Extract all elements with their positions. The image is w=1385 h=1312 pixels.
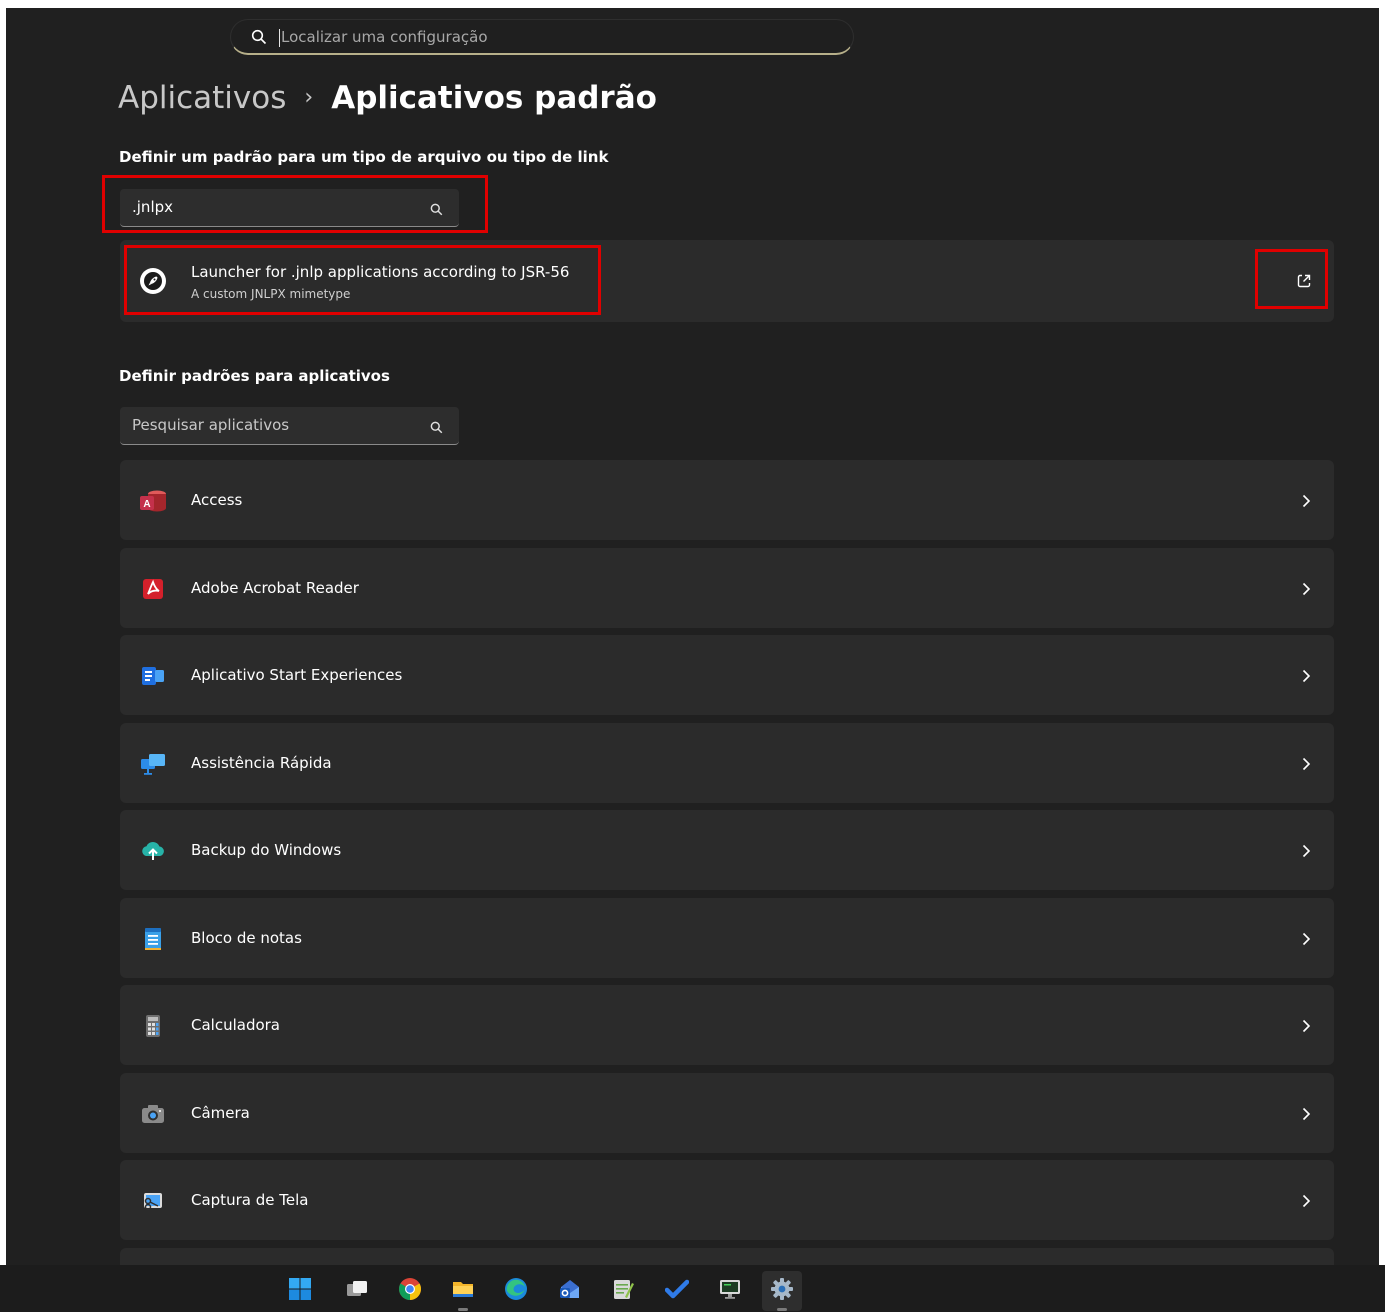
taskbar-start-button[interactable]: [280, 1271, 320, 1311]
taskbar-edge[interactable]: [496, 1271, 536, 1311]
apps-search-input[interactable]: Pesquisar aplicativos: [120, 407, 459, 445]
settings-window: Localizar uma configuração Aplicativos › A…: [6, 8, 1379, 1265]
acrobat-icon: [138, 574, 168, 604]
app-row-start-experiences[interactable]: Aplicativo Start Experiences: [120, 635, 1334, 715]
search-icon[interactable]: [430, 419, 443, 438]
app-label: Captura de Tela: [191, 1191, 309, 1209]
app-label: Câmera: [191, 1104, 250, 1122]
app-label: Adobe Acrobat Reader: [191, 579, 359, 597]
text-caret: [279, 29, 280, 47]
file-explorer-icon: [453, 1282, 473, 1297]
running-indicator: [458, 1308, 468, 1311]
edge-icon: [505, 1278, 527, 1300]
app-label: Calculadora: [191, 1016, 281, 1034]
open-external-icon[interactable]: [1296, 273, 1312, 293]
quick-assist-icon: [138, 749, 168, 779]
page-title: Aplicativos padrão: [331, 80, 657, 116]
taskbar-settings[interactable]: [762, 1271, 802, 1311]
app-row-partial[interactable]: [120, 1248, 1334, 1265]
app-label: Aplicativo Start Experiences: [191, 666, 403, 684]
running-indicator: [777, 1308, 787, 1311]
breadcrumb-parent[interactable]: Aplicativos: [118, 80, 286, 116]
calculator-icon: [138, 1011, 168, 1041]
todo-icon: [665, 1279, 689, 1299]
search-icon[interactable]: [430, 201, 443, 220]
app-row-adobe-acrobat-reader[interactable]: Adobe Acrobat Reader: [120, 548, 1334, 628]
taskbar-task-view[interactable]: [337, 1271, 377, 1311]
settings-search-placeholder: Localizar uma configuração: [281, 28, 488, 46]
association-app-name: Launcher for .jnlp applications accordin…: [191, 263, 570, 281]
app-label: Access: [191, 491, 243, 509]
search-icon: [251, 29, 267, 49]
start-experiences-icon: [138, 661, 168, 691]
association-description: A custom JNLPX mimetype: [191, 287, 351, 301]
taskbar: [0, 1265, 1385, 1312]
backup-icon: [138, 836, 168, 866]
app-row-assistencia-rapida[interactable]: Assistência Rápida: [120, 723, 1334, 803]
notepad-icon: [138, 924, 168, 954]
notepad-plus-icon: [614, 1280, 634, 1299]
app-label: Bloco de notas: [191, 929, 302, 947]
breadcrumb-separator: ›: [304, 85, 314, 110]
filetype-search-value: .jnlpx: [132, 198, 174, 216]
app-label: Backup do Windows: [191, 841, 342, 859]
app-row-access[interactable]: A Access: [120, 460, 1334, 540]
snipping-tool-icon: [138, 1186, 168, 1216]
taskbar-outlook[interactable]: [550, 1271, 590, 1311]
svg-text:A: A: [143, 499, 150, 510]
chevron-right-icon: [1300, 668, 1312, 687]
filetype-association-row[interactable]: Launcher for .jnlp applications accordin…: [120, 240, 1334, 322]
taskbar-terminal-monitor[interactable]: [710, 1271, 750, 1311]
app-row-calculadora[interactable]: Calculadora: [120, 985, 1334, 1065]
app-row-bloco-de-notas[interactable]: Bloco de notas: [120, 898, 1334, 978]
chevron-right-icon: [1300, 756, 1312, 775]
taskbar-notepad-plus[interactable]: [603, 1271, 643, 1311]
app-row-backup-windows[interactable]: Backup do Windows: [120, 810, 1334, 890]
apps-search-placeholder: Pesquisar aplicativos: [132, 416, 290, 434]
chevron-right-icon: [1300, 1018, 1312, 1037]
camera-icon: [138, 1099, 168, 1129]
app-row-camera[interactable]: Câmera: [120, 1073, 1334, 1153]
apps-section-title: Definir padrões para aplicativos: [119, 367, 390, 385]
chevron-right-icon: [1300, 843, 1312, 862]
settings-search-box[interactable]: Localizar uma configuração: [230, 19, 854, 55]
outlook-icon: [560, 1280, 579, 1298]
terminal-monitor-icon: [720, 1280, 740, 1299]
app-row-captura-de-tela[interactable]: Captura de Tela: [120, 1160, 1334, 1240]
chrome-icon: [399, 1278, 421, 1300]
windows-start-icon: [289, 1278, 311, 1300]
chevron-right-icon: [1300, 1193, 1312, 1212]
filetype-search-input[interactable]: .jnlpx: [120, 189, 459, 227]
breadcrumb: Aplicativos › Aplicativos padrão: [118, 80, 657, 116]
rocket-icon: [140, 268, 166, 294]
task-view-icon: [347, 1281, 367, 1296]
taskbar-todo[interactable]: [657, 1271, 697, 1311]
taskbar-chrome[interactable]: [390, 1271, 430, 1311]
chevron-right-icon: [1300, 581, 1312, 600]
chevron-right-icon: [1300, 1106, 1312, 1125]
settings-gear-icon: [771, 1278, 793, 1300]
chevron-right-icon: [1300, 493, 1312, 512]
chevron-right-icon: [1300, 931, 1312, 950]
app-label: Assistência Rápida: [191, 754, 332, 772]
filetype-section-title: Definir um padrão para um tipo de arquiv…: [119, 148, 609, 166]
access-icon: A: [138, 486, 168, 516]
taskbar-file-explorer[interactable]: [443, 1271, 483, 1311]
